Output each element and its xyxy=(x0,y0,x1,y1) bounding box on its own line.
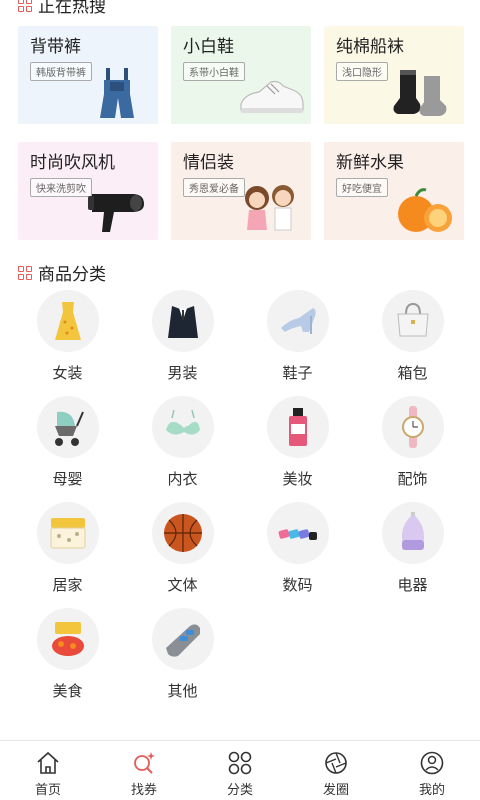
food-icon xyxy=(51,622,84,656)
car-charger-icon xyxy=(165,624,200,657)
category-label: 内衣 xyxy=(167,470,198,488)
hot-card-tag: 快来洗剪吹 xyxy=(30,178,92,197)
tab-profile[interactable]: 我的 xyxy=(384,741,480,800)
hot-search-grid: 背带裤 韩版背带裤 小白鞋 系带小白鞋 纯棉船袜 浅口隐形 时尚吹风机 快来洗剪… xyxy=(18,26,464,240)
hot-card-name: 新鲜水果 xyxy=(336,153,404,173)
orange-icon xyxy=(398,188,452,232)
stroller-icon xyxy=(54,411,84,446)
humidifier-icon xyxy=(401,512,424,550)
category-label: 文体 xyxy=(167,576,198,594)
category-accessories[interactable]: 配饰 xyxy=(355,396,470,502)
category-label: 母婴 xyxy=(52,470,83,488)
tab-label: 发圈 xyxy=(322,783,349,798)
tab-label: 我的 xyxy=(418,783,445,798)
couple-icon xyxy=(245,185,294,231)
tab-home[interactable]: 首页 xyxy=(0,741,96,800)
category-label: 电器 xyxy=(397,576,428,594)
hot-card-tag: 浅口隐形 xyxy=(336,62,388,81)
tab-label: 找券 xyxy=(130,783,157,798)
tab-coupon[interactable]: 找券 xyxy=(96,741,192,800)
sneaker-icon xyxy=(240,80,304,113)
category-shoes[interactable]: 鞋子 xyxy=(240,290,355,396)
category-label: 箱包 xyxy=(397,364,428,382)
hot-card-tag: 韩版背带裤 xyxy=(30,62,92,81)
category-label: 居家 xyxy=(52,576,83,594)
tab-category[interactable]: 分类 xyxy=(192,741,288,800)
tab-moments[interactable]: 发圈 xyxy=(288,741,384,800)
category-other[interactable]: 其他 xyxy=(125,608,240,714)
heels-icon xyxy=(280,308,316,334)
category-underwear[interactable]: 内衣 xyxy=(125,396,240,502)
hot-card-tag: 秀恩爱必备 xyxy=(183,178,245,197)
hairdryer-icon xyxy=(88,194,144,232)
category-label: 数码 xyxy=(282,576,313,594)
digital-accessory-icon xyxy=(278,529,317,540)
hot-card-name: 情侣装 xyxy=(183,153,234,173)
bra-icon xyxy=(165,409,200,435)
tab-label: 分类 xyxy=(226,783,253,798)
basketball-icon xyxy=(163,514,202,552)
hot-card-couple[interactable]: 情侣装 秀恩爱必备 xyxy=(171,142,311,240)
category-label: 美食 xyxy=(52,682,83,700)
hot-card-overalls[interactable]: 背带裤 韩版背带裤 xyxy=(18,26,158,124)
category-grid: 女装 男装 鞋子 箱包 母婴 内衣 美妆 配饰 居家 文体 数码 电器 美食 其… xyxy=(10,290,470,714)
socks-icon xyxy=(393,70,447,116)
category-header: 商品分类 xyxy=(18,260,106,285)
aperture-icon xyxy=(325,752,347,774)
watch-icon xyxy=(401,406,424,448)
cosmetic-bottle-icon xyxy=(288,408,307,446)
category-baby[interactable]: 母婴 xyxy=(10,396,125,502)
grid-bullet-icon xyxy=(18,265,32,280)
dress-icon xyxy=(54,302,81,340)
coupon-search-icon xyxy=(134,752,155,774)
hot-search-header: 正在热搜 xyxy=(18,0,106,17)
handbag-icon xyxy=(396,302,429,337)
grid-bullet-icon xyxy=(18,0,32,12)
category-digital[interactable]: 数码 xyxy=(240,502,355,608)
category-label: 其他 xyxy=(167,682,198,700)
category-sports[interactable]: 文体 xyxy=(125,502,240,608)
hot-card-tag: 系带小白鞋 xyxy=(183,62,245,81)
category-home[interactable]: 居家 xyxy=(10,502,125,608)
category-title: 商品分类 xyxy=(38,265,106,285)
tab-label: 首页 xyxy=(34,783,61,798)
hot-card-hairdryer[interactable]: 时尚吹风机 快来洗剪吹 xyxy=(18,142,158,240)
suit-icon xyxy=(167,306,198,338)
category-women-clothing[interactable]: 女装 xyxy=(10,290,125,396)
category-bags[interactable]: 箱包 xyxy=(355,290,470,396)
category-grid-icon xyxy=(228,751,252,775)
bedding-icon xyxy=(50,518,85,549)
hot-card-sneaker[interactable]: 小白鞋 系带小白鞋 xyxy=(171,26,311,124)
category-label: 男装 xyxy=(167,364,198,382)
category-makeup[interactable]: 美妆 xyxy=(240,396,355,502)
hot-card-socks[interactable]: 纯棉船袜 浅口隐形 xyxy=(324,26,464,124)
category-men-clothing[interactable]: 男装 xyxy=(125,290,240,396)
hot-card-tag: 好吃便宜 xyxy=(336,178,388,197)
category-food[interactable]: 美食 xyxy=(10,608,125,714)
category-label: 美妆 xyxy=(282,470,313,488)
hot-search-title: 正在热搜 xyxy=(38,0,106,17)
hot-card-name: 背带裤 xyxy=(30,37,81,57)
home-icon xyxy=(37,751,59,774)
category-appliances[interactable]: 电器 xyxy=(355,502,470,608)
hot-card-name: 时尚吹风机 xyxy=(30,153,115,173)
category-label: 配饰 xyxy=(397,470,428,488)
category-label: 鞋子 xyxy=(282,364,313,382)
category-label: 女装 xyxy=(52,364,83,382)
hot-card-name: 小白鞋 xyxy=(183,37,234,57)
bottom-tab-bar: 首页 找券 分类 发圈 我的 xyxy=(0,740,480,800)
overalls-icon xyxy=(100,68,134,118)
profile-icon xyxy=(420,751,444,775)
hot-card-fruit[interactable]: 新鲜水果 好吃便宜 xyxy=(324,142,464,240)
hot-card-name: 纯棉船袜 xyxy=(336,37,404,57)
